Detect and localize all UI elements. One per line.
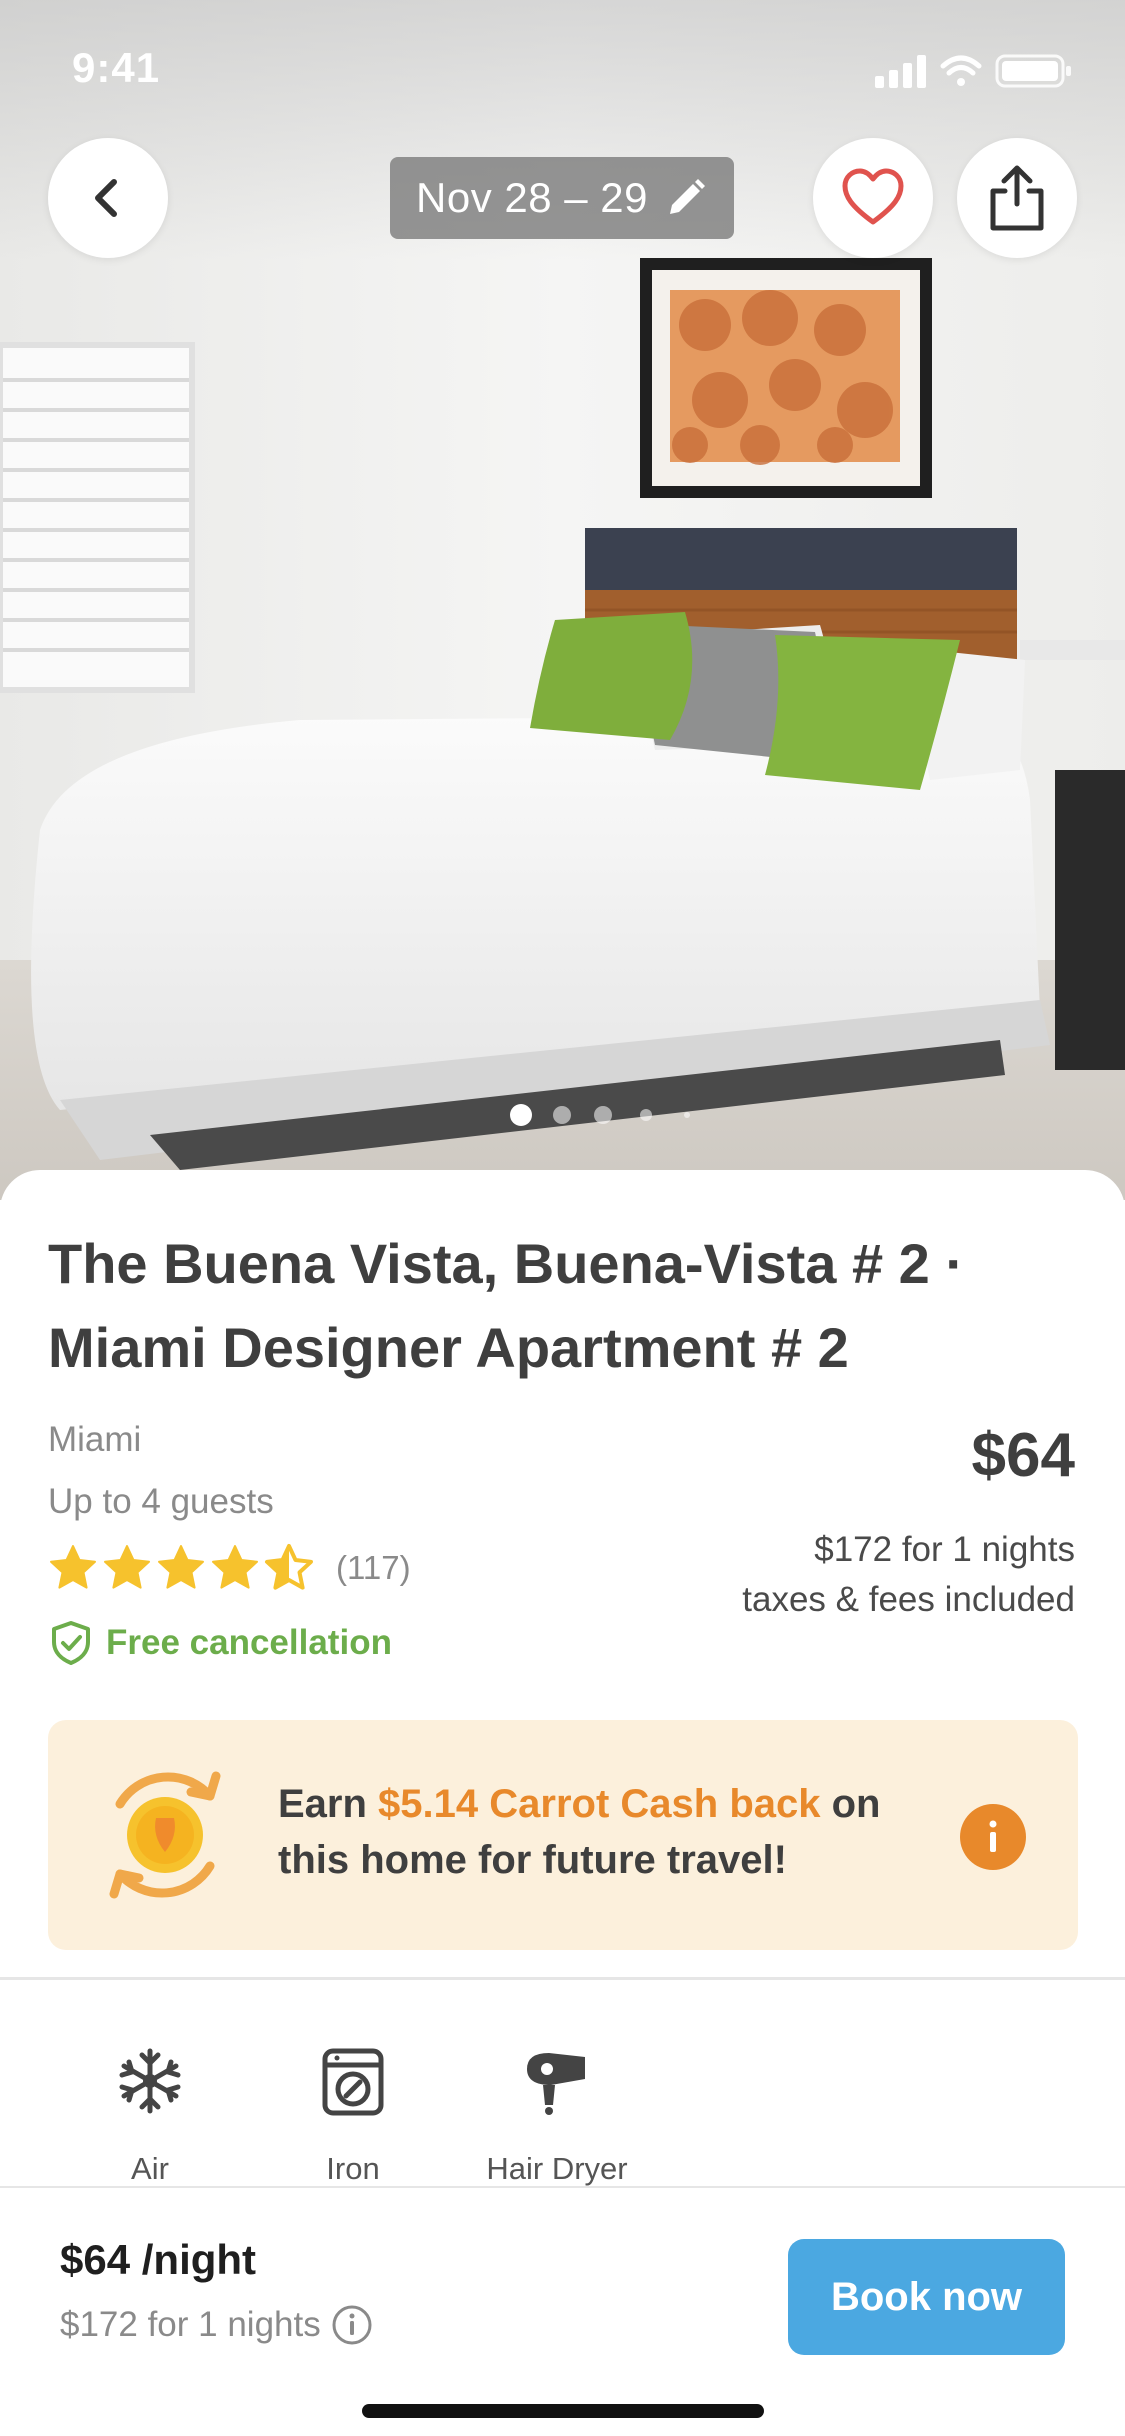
star-full-icon — [50, 1545, 96, 1589]
chevron-left-icon — [95, 179, 117, 217]
info-icon[interactable] — [331, 2304, 373, 2346]
battery-icon — [995, 54, 1071, 88]
info-icon — [989, 1820, 997, 1852]
share-button[interactable] — [957, 138, 1077, 258]
wifi-icon — [940, 55, 982, 86]
cashback-promo: Earn $5.14 Carrot Cash back on this home… — [48, 1720, 1078, 1950]
booking-total-label: $172 for 1 nights — [60, 2305, 321, 2344]
star-full-icon — [212, 1545, 258, 1589]
star-full-icon — [158, 1545, 204, 1589]
total-price: $172 for 1 nights — [814, 1530, 1075, 1569]
snowflake-icon — [119, 2048, 181, 2114]
star-full-icon — [104, 1545, 150, 1589]
hair-dryer-icon — [527, 2053, 585, 2115]
share-icon — [990, 165, 1044, 231]
amenity-iron: Iron — [253, 2045, 453, 2195]
date-range-button[interactable]: Nov 28 – 29 — [390, 157, 734, 239]
amenity-label: Hair Dryer — [486, 2151, 628, 2186]
listing-city: Miami — [48, 1420, 142, 1459]
status-bar: 9:41 — [0, 0, 1125, 140]
status-icons — [875, 54, 1071, 88]
status-time: 9:41 — [72, 44, 161, 91]
booking-night-price: $64 /night — [60, 2236, 257, 2283]
carousel-indicator[interactable] — [506, 1103, 706, 1127]
free-cancellation-label: Free cancellation — [106, 1623, 392, 1662]
cashback-info-button[interactable] — [960, 1804, 1026, 1870]
rating[interactable]: (117) — [48, 1540, 411, 1596]
cashback-message: Earn $5.14 Carrot Cash back on this home… — [278, 1776, 918, 1888]
home-indicator — [362, 2404, 764, 2418]
listing-title: The Buena Vista, Buena-Vista # 2 · Miami… — [48, 1232, 965, 1379]
back-button[interactable] — [48, 138, 168, 258]
heart-icon — [842, 168, 904, 225]
section-divider — [0, 1977, 1125, 1980]
carousel-dot-active[interactable] — [510, 1104, 532, 1126]
taxes-note: taxes & fees included — [742, 1580, 1075, 1619]
amenity-label: Iron — [326, 2151, 380, 2186]
listing-photo[interactable]: 9:41 Nov 28 – 29 — [0, 0, 1125, 1200]
free-cancellation-badge: Free cancellation — [50, 1617, 392, 1669]
book-now-button[interactable]: Book now — [788, 2239, 1065, 2355]
cashback-amount: $5.14 Carrot Cash back — [378, 1782, 821, 1826]
amenity-label: Air — [131, 2151, 169, 2186]
amenity-air: Air — [50, 2045, 250, 2195]
carousel-dot[interactable] — [684, 1112, 690, 1118]
carousel-dot[interactable] — [640, 1109, 652, 1121]
book-now-label: Book now — [830, 2274, 1023, 2319]
cellular-signal-icon — [875, 55, 926, 88]
carousel-dot[interactable] — [553, 1106, 571, 1124]
promo-prefix: Earn — [278, 1782, 379, 1826]
booking-total: $172 for 1 nights — [60, 2300, 373, 2350]
review-count[interactable]: (117) — [336, 1549, 411, 1587]
amenity-hair-dryer: Hair Dryer — [457, 2045, 657, 2195]
iron-icon — [322, 2048, 384, 2116]
guest-capacity: Up to 4 guests — [48, 1482, 274, 1521]
coin-cashback-icon — [109, 1771, 221, 1899]
date-range: Nov 28 – 29 — [416, 174, 648, 221]
nightly-price: $64 — [971, 1421, 1075, 1490]
pencil-icon — [670, 179, 705, 214]
carousel-dot[interactable] — [594, 1106, 612, 1124]
favorite-button[interactable] — [813, 138, 933, 258]
shield-check-icon — [52, 1621, 90, 1665]
star-half-icon — [265, 1544, 313, 1590]
booking-bar: $64 /night $172 for 1 nights Book now — [0, 2186, 1125, 2436]
